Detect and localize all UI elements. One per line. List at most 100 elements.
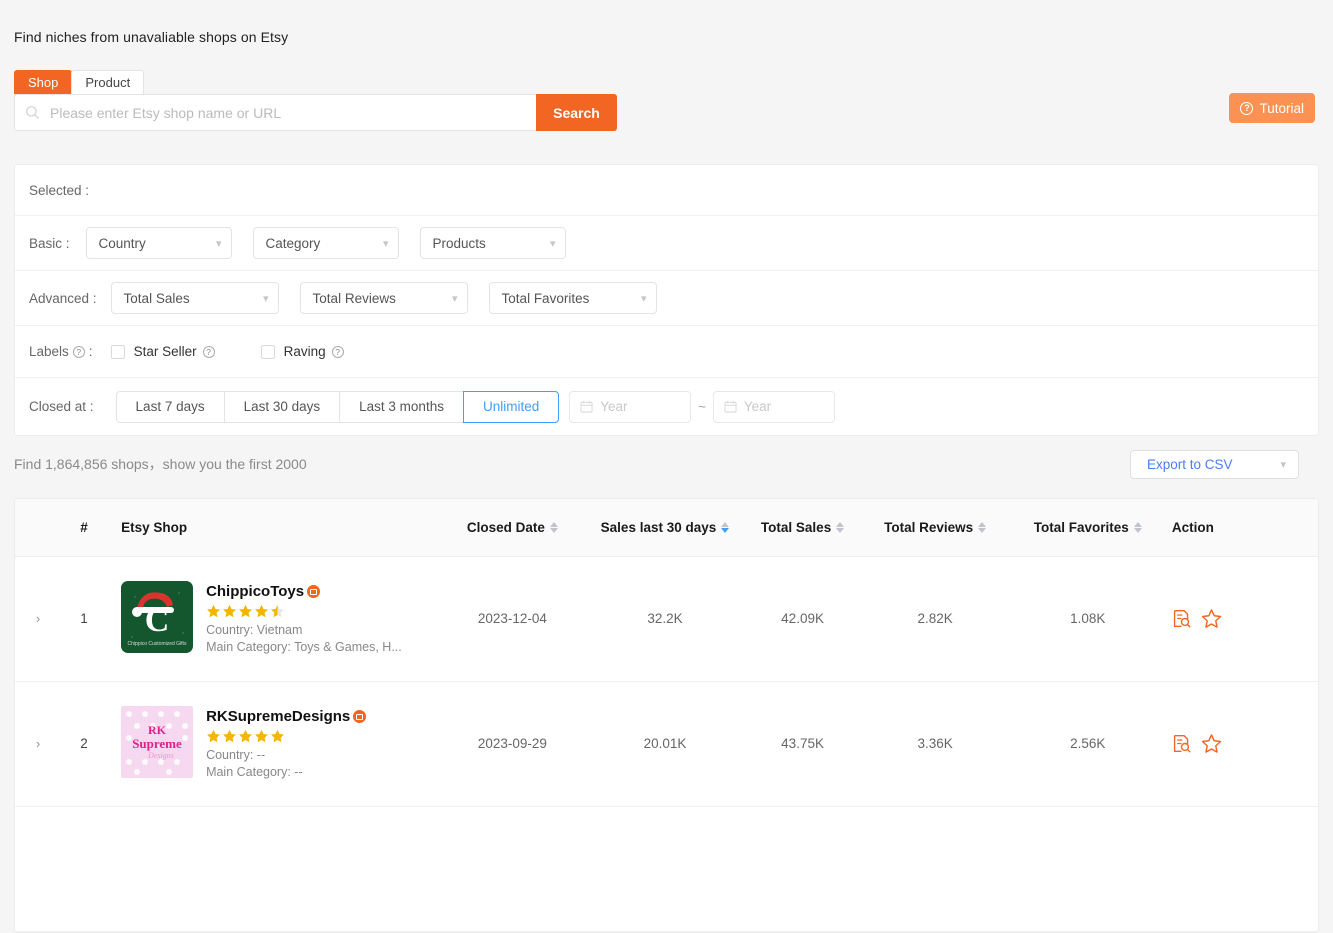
export-to-csv-button[interactable]: Export to CSV ▾ — [1130, 450, 1299, 479]
shop-rating-stars — [206, 604, 402, 619]
filter-select-country[interactable]: Country ▾ — [86, 227, 232, 259]
checkbox-raving[interactable]: Raving ? — [261, 344, 344, 359]
shop-name-text: ChippicoToys — [206, 583, 304, 600]
sort-icon-total-favorites[interactable] — [1134, 522, 1142, 533]
closed-at-last-30-days[interactable]: Last 30 days — [224, 391, 341, 423]
search-type-tabs: Shop Product — [14, 70, 143, 94]
tutorial-label: Tutorial — [1259, 101, 1304, 116]
shop-analysis-icon[interactable] — [1172, 609, 1191, 628]
cell-total-reviews: 3.36K — [863, 681, 1008, 806]
cell-expand[interactable]: › — [15, 556, 61, 681]
help-circle-icon[interactable]: ? — [332, 346, 344, 358]
th-index: # — [61, 499, 107, 556]
cell-total-reviews — [863, 806, 1008, 931]
shop-analysis-icon[interactable] — [1172, 734, 1191, 753]
closed-at-unlimited[interactable]: Unlimited — [463, 391, 559, 423]
table-row[interactable]: › 1 C Chip — [15, 556, 1318, 681]
shop-name[interactable]: ChippicoToys — [206, 583, 402, 600]
table-header-row: # Etsy Shop Closed Date Sales last 30 — [15, 499, 1318, 556]
expand-row-chevron-icon[interactable]: › — [15, 736, 61, 751]
year-from-placeholder: Year — [600, 399, 627, 414]
cell-total-sales — [743, 806, 863, 931]
range-separator: ~ — [698, 399, 706, 414]
chevron-down-icon: ▾ — [383, 237, 389, 250]
closed-at-last-3-months[interactable]: Last 3 months — [339, 391, 464, 423]
cell-sales-last-30-days: 20.01K — [587, 681, 742, 806]
export-to-csv-label: Export to CSV — [1147, 457, 1233, 472]
filter-select-total-sales[interactable]: Total Sales ▾ — [111, 282, 279, 314]
year-to-input[interactable]: Year — [713, 391, 835, 423]
sort-icon-total-sales[interactable] — [836, 522, 844, 533]
th-sales-last-30-days-label: Sales last 30 days — [601, 520, 717, 535]
favorite-star-icon[interactable] — [1201, 733, 1222, 754]
th-closed-date-label: Closed Date — [467, 520, 545, 535]
checkbox-star-seller-label: Star Seller ? — [134, 344, 215, 359]
shop-logo[interactable]: RK Supreme Designs — [121, 706, 193, 778]
th-total-reviews[interactable]: Total Reviews — [863, 499, 1008, 556]
expand-row-chevron-icon[interactable]: › — [15, 611, 61, 626]
help-circle-icon[interactable]: ? — [203, 346, 215, 358]
cell-expand[interactable] — [15, 806, 61, 931]
year-from-input[interactable]: Year — [569, 391, 691, 423]
filter-select-total-reviews[interactable]: Total Reviews ▾ — [300, 282, 468, 314]
basic-label: Basic : — [29, 236, 70, 251]
tab-shop[interactable]: Shop — [14, 70, 72, 94]
year-to-placeholder: Year — [744, 399, 771, 414]
shop-rating-stars — [206, 729, 366, 744]
tab-product[interactable]: Product — [71, 70, 144, 94]
th-index-label: # — [80, 520, 88, 535]
search-button[interactable]: Search — [536, 94, 617, 131]
th-total-favorites[interactable]: Total Favorites — [1008, 499, 1168, 556]
filter-select-products[interactable]: Products ▾ — [420, 227, 566, 259]
cell-expand[interactable]: › — [15, 681, 61, 806]
cell-total-reviews: 2.82K — [863, 556, 1008, 681]
filter-select-category[interactable]: Category ▾ — [253, 227, 399, 259]
th-closed-date[interactable]: Closed Date — [437, 499, 587, 556]
cell-sales-last-30-days: 32.2K — [587, 556, 742, 681]
th-total-sales[interactable]: Total Sales — [743, 499, 863, 556]
help-circle-icon[interactable]: ? — [73, 346, 85, 358]
shop-badge-icon — [307, 585, 320, 598]
svg-text:Designs: Designs — [147, 751, 174, 760]
sort-icon-sales-last-30-days[interactable] — [721, 522, 729, 533]
labels-label: Labels ? : — [29, 344, 93, 359]
search-box[interactable] — [14, 94, 536, 131]
cell-total-sales: 43.75K — [743, 681, 863, 806]
checkbox-box[interactable] — [111, 345, 125, 359]
th-total-reviews-label: Total Reviews — [884, 520, 973, 535]
closed-at-last-7-days[interactable]: Last 7 days — [116, 391, 225, 423]
sort-icon-total-reviews[interactable] — [978, 522, 986, 533]
table-row[interactable] — [15, 806, 1318, 931]
filter-row-labels: Labels ? : Star Seller ? Raving ? — [15, 326, 1318, 378]
filter-row-advanced: Advanced : Total Sales ▾ Total Reviews ▾… — [15, 271, 1318, 326]
calendar-icon — [724, 400, 737, 413]
shop-main-category: Main Category: Toys & Games, H... — [206, 639, 402, 656]
tutorial-button[interactable]: ? Tutorial — [1229, 93, 1315, 123]
question-circle-icon: ? — [1240, 102, 1253, 115]
table-row[interactable]: › 2 — [15, 681, 1318, 806]
search-input[interactable] — [48, 104, 526, 122]
checkbox-box[interactable] — [261, 345, 275, 359]
cell-closed-date — [437, 806, 587, 931]
calendar-icon — [580, 400, 593, 413]
favorite-star-icon[interactable] — [1201, 608, 1222, 629]
shop-logo[interactable]: C Chippico Customized Gifts — [121, 581, 193, 653]
cell-closed-date: 2023-09-29 — [437, 681, 587, 806]
shop-name[interactable]: RKSupremeDesigns — [206, 708, 366, 725]
shops-table: # Etsy Shop Closed Date Sales last 30 — [15, 499, 1318, 932]
chevron-down-icon: ▾ — [263, 292, 269, 305]
cell-index: 1 — [61, 556, 107, 681]
filter-select-total-favorites[interactable]: Total Favorites ▾ — [489, 282, 657, 314]
cell-shop — [107, 806, 437, 931]
shop-badge-icon — [353, 710, 366, 723]
sort-icon-closed-date[interactable] — [550, 522, 558, 533]
checkbox-star-seller[interactable]: Star Seller ? — [111, 344, 215, 359]
filter-select-total-sales-label: Total Sales — [124, 291, 190, 306]
shop-country: Country: Vietnam — [206, 622, 402, 639]
chevron-down-icon: ▾ — [641, 292, 647, 305]
th-sales-last-30-days[interactable]: Sales last 30 days — [587, 499, 742, 556]
labels-colon: : — [89, 344, 93, 359]
chevron-down-icon: ▾ — [550, 237, 556, 250]
filter-row-basic: Basic : Country ▾ Category ▾ Products ▾ — [15, 216, 1318, 271]
shop-name-text: RKSupremeDesigns — [206, 708, 350, 725]
